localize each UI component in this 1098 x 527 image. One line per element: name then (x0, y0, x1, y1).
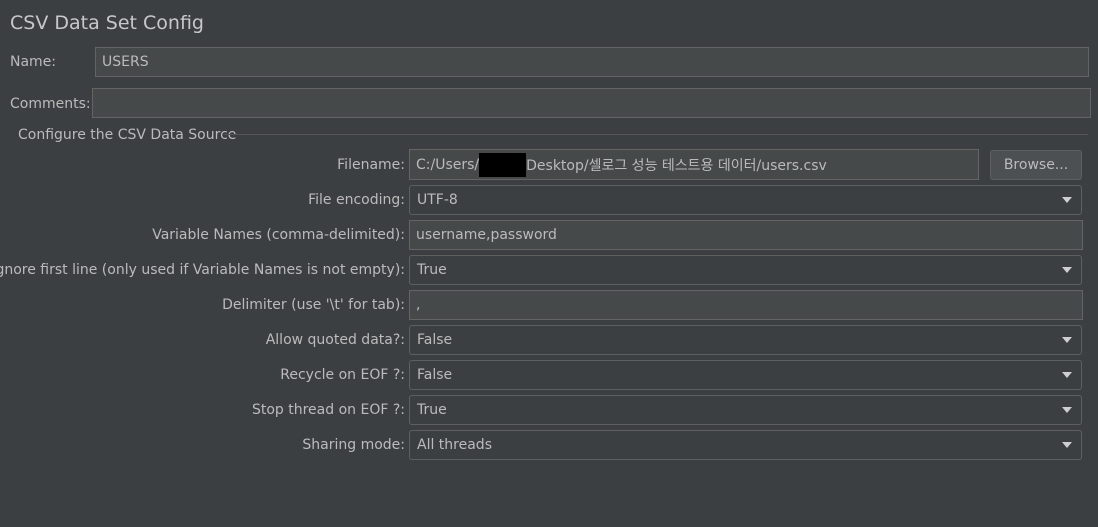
chevron-down-icon (1062, 267, 1072, 273)
recycle-eof-select[interactable]: False (409, 360, 1082, 390)
comments-label: Comments: (10, 96, 91, 112)
section-divider (224, 134, 1088, 135)
browse-button[interactable]: Browse... (990, 150, 1082, 180)
name-input[interactable]: USERS (95, 47, 1089, 77)
sharing-mode-label: Sharing mode: (302, 437, 405, 453)
chevron-down-icon (1062, 442, 1072, 448)
sharing-mode-value: All threads (417, 437, 492, 453)
filename-input[interactable]: C:/Users/Desktop/셀로그 성능 테스트용 데이터/users.c… (409, 149, 979, 180)
section-title: Configure the CSV Data Source (18, 127, 237, 143)
delimiter-value: , (416, 297, 421, 313)
chevron-down-icon (1062, 407, 1072, 413)
filename-prefix: C:/Users/ (416, 156, 480, 173)
sharing-mode-select[interactable]: All threads (409, 430, 1082, 460)
allow-quoted-label: Allow quoted data?: (265, 332, 405, 348)
stop-thread-eof-label: Stop thread on EOF ?: (251, 402, 405, 418)
delimiter-label: Delimiter (use '\t' for tab): (222, 297, 405, 313)
ignore-first-line-label: Ignore first line (only used if Variable… (0, 262, 405, 278)
chevron-down-icon (1062, 372, 1072, 378)
stop-thread-eof-select[interactable]: True (409, 395, 1082, 425)
file-encoding-select[interactable]: UTF-8 (409, 185, 1082, 215)
redacted-username (479, 152, 527, 177)
variable-names-label: Variable Names (comma-delimited): (152, 227, 405, 243)
recycle-eof-label: Recycle on EOF ?: (280, 367, 405, 383)
chevron-down-icon (1062, 337, 1072, 343)
variable-names-input[interactable]: username,password (409, 220, 1083, 250)
filename-label: Filename: (337, 157, 405, 173)
variable-names-value: username,password (416, 227, 557, 243)
filename-suffix: Desktop/셀로그 성능 테스트용 데이터/users.csv (526, 157, 827, 174)
recycle-eof-value: False (417, 367, 453, 383)
panel-title: CSV Data Set Config (10, 12, 204, 34)
chevron-down-icon (1062, 197, 1072, 203)
allow-quoted-select[interactable]: False (409, 325, 1082, 355)
comments-input[interactable] (92, 88, 1091, 118)
file-encoding-value: UTF-8 (417, 192, 458, 208)
ignore-first-line-value: True (417, 262, 447, 278)
name-value: USERS (102, 54, 149, 70)
file-encoding-label: File encoding: (308, 192, 405, 208)
stop-thread-eof-value: True (417, 402, 447, 418)
allow-quoted-value: False (417, 332, 453, 348)
ignore-first-line-select[interactable]: True (409, 255, 1082, 285)
name-label: Name: (10, 54, 57, 70)
delimiter-input[interactable]: , (409, 290, 1083, 320)
